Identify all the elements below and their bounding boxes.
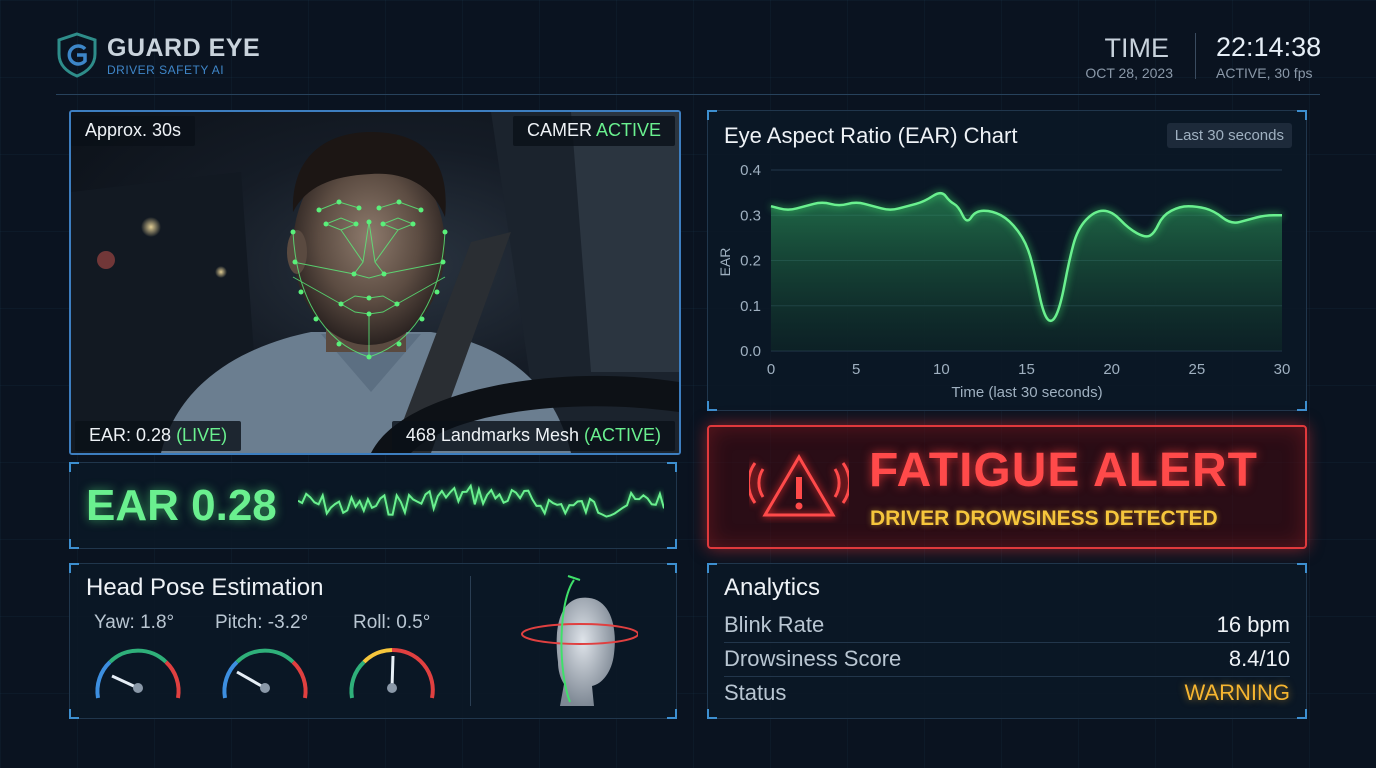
ear-live-panel: EAR 0.28 xyxy=(69,462,677,549)
status-badge: WARNING xyxy=(1184,680,1290,705)
drowsiness-score-row: Drowsiness Score 8.4/10 xyxy=(724,642,1290,677)
alert-subtitle: DRIVER DROWSINESS DETECTED xyxy=(870,507,1218,530)
drowsiness-score-label: Drowsiness Score xyxy=(724,646,902,671)
y-tick-label: 0.4 xyxy=(740,162,761,179)
analytics-title: Analytics xyxy=(724,574,821,601)
head-pose-divider xyxy=(470,576,471,706)
ear-live-tag: EAR: 0.28 (LIVE) xyxy=(75,421,242,451)
ear-live-state: (LIVE) xyxy=(176,425,228,445)
fatigue-alert-banner[interactable]: FATIGUE ALERT DRIVER DROWSINESS DETECTED xyxy=(707,425,1307,549)
camera-label: CAMER xyxy=(526,120,592,140)
blink-rate-value: 16 bpm xyxy=(1216,612,1290,637)
clock: 22:14:38 xyxy=(1216,32,1322,62)
mesh-state: (ACTIVE) xyxy=(583,425,661,445)
ear-chart-panel: Eye Aspect Ratio (EAR) Chart Last 30 sec… xyxy=(707,110,1307,411)
x-axis-label: Time (last 30 seconds) xyxy=(951,384,1102,401)
mesh-status-tag: 468 Landmarks Mesh (ACTIVE) xyxy=(391,421,675,451)
pitch-label: Pitch: -3.2° xyxy=(215,612,309,633)
blink-rate-row: Blink Rate 16 bpm xyxy=(724,608,1290,643)
header-divider xyxy=(1195,33,1196,79)
ear-live-label: EAR: 0.28 xyxy=(89,425,172,445)
alert-title: FATIGUE ALERT xyxy=(869,444,1258,497)
roll-label: Roll: 0.5° xyxy=(353,612,431,633)
time-label: TIME xyxy=(1104,33,1170,63)
date: OCT 28, 2023 xyxy=(1085,65,1173,81)
head-pose-title: Head Pose Estimation xyxy=(86,574,324,601)
header-rule xyxy=(56,94,1320,95)
yaw-gauge xyxy=(95,648,181,699)
camera-feed[interactable]: Approx. 30s CAMER ACTIVE EAR: 0.28 (LIVE… xyxy=(69,110,681,455)
y-tick-label: 0.0 xyxy=(740,343,761,360)
x-tick-label: 30 xyxy=(1274,361,1291,378)
y-axis-label: EAR xyxy=(717,248,733,277)
ear-chart-plot: 0.0 0.1 0.2 0.3 0.4 0 5 10 15 20 25 30 Time (last 3… xyxy=(717,162,1291,401)
ear-value: EAR 0.28 xyxy=(86,481,277,530)
blink-rate-label: Blink Rate xyxy=(724,612,825,637)
mesh-label: 468 Landmarks Mesh xyxy=(405,425,579,445)
warning-triangle-icon xyxy=(749,454,849,517)
x-tick-label: 25 xyxy=(1188,361,1205,378)
x-tick-label: 5 xyxy=(852,361,860,378)
x-tick-label: 20 xyxy=(1103,361,1120,378)
y-tick-label: 0.1 xyxy=(740,298,761,315)
head-pose-panel: Head Pose Estimation Yaw: 1.8° Pitch: -3… xyxy=(69,563,677,719)
capture-duration: Approx. 30s xyxy=(71,116,196,146)
ear-sparkline xyxy=(298,483,664,518)
x-tick-label: 10 xyxy=(933,361,950,378)
brand-subtitle: DRIVER SAFETY AI xyxy=(107,63,225,77)
camera-state: ACTIVE xyxy=(595,120,661,140)
status-label: Status xyxy=(724,680,787,705)
brand-name: GUARD EYE xyxy=(107,34,261,62)
analytics-panel: Analytics Blink Rate 16 bpm Drowsiness S… xyxy=(707,563,1307,719)
drowsiness-score-value: 8.4/10 xyxy=(1228,646,1290,671)
camera-status: CAMER ACTIVE xyxy=(512,116,675,146)
shield-logo-icon xyxy=(57,32,97,78)
y-tick-label: 0.3 xyxy=(740,207,761,224)
driver-video-frame xyxy=(71,112,679,453)
x-tick-label: 15 xyxy=(1018,361,1035,378)
yaw-label: Yaw: 1.8° xyxy=(94,612,175,633)
roll-gauge xyxy=(349,647,435,699)
3d-head-model xyxy=(521,575,638,706)
pitch-gauge xyxy=(222,648,308,699)
status-row: Status WARNING xyxy=(724,676,1290,710)
x-tick-label: 0 xyxy=(767,361,775,378)
capture-duration-text: Approx. 30s xyxy=(85,120,182,140)
system-status: ACTIVE, 30 fps xyxy=(1216,65,1313,81)
y-tick-label: 0.2 xyxy=(740,253,761,270)
